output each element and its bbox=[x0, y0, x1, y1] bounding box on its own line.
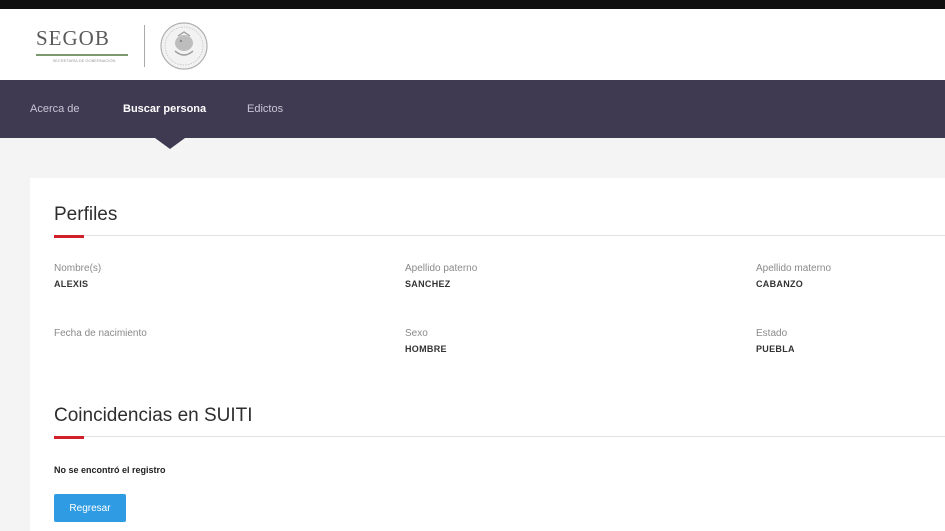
paternal-surname-label: Apellido paterno bbox=[405, 263, 478, 274]
first-name-label: Nombre(s) bbox=[54, 263, 102, 274]
profiles-divider bbox=[54, 235, 945, 236]
logo-underline bbox=[36, 54, 128, 56]
state-label: Estado bbox=[756, 328, 788, 339]
profiles-accent-bar bbox=[54, 235, 84, 238]
maternal-surname-label: Apellido materno bbox=[756, 263, 832, 274]
top-border bbox=[0, 0, 945, 9]
sex-value: HOMBRE bbox=[405, 344, 447, 354]
matches-divider bbox=[54, 436, 945, 437]
nav-item-edictos[interactable]: Edictos bbox=[247, 103, 283, 115]
segob-logo[interactable]: SEGOB SECRETARÍA DE GOBERNACIÓN bbox=[32, 21, 212, 73]
state-value: PUEBLA bbox=[756, 344, 795, 354]
back-button[interactable]: Regresar bbox=[54, 494, 126, 522]
logo-text: SEGOB bbox=[36, 26, 110, 50]
profiles-heading: Perfiles bbox=[54, 204, 118, 225]
logo-divider bbox=[144, 25, 145, 67]
matches-heading: Coincidencias en SUITI bbox=[54, 405, 253, 426]
paternal-surname-value: SANCHEZ bbox=[405, 279, 451, 289]
main-navbar: Acerca de Buscar persona Edictos bbox=[0, 80, 945, 138]
profile-card: Perfiles Nombre(s) ALEXIS Apellido pater… bbox=[30, 178, 945, 531]
logo-subtitle: SECRETARÍA DE GOBERNACIÓN bbox=[52, 58, 116, 63]
no-record-message: No se encontró el registro bbox=[54, 465, 166, 475]
mexico-seal-icon bbox=[160, 22, 208, 70]
site-header: SEGOB SECRETARÍA DE GOBERNACIÓN bbox=[0, 9, 945, 80]
maternal-surname-value: CABANZO bbox=[756, 279, 804, 289]
nav-item-buscar-persona[interactable]: Buscar persona bbox=[123, 103, 206, 115]
nav-item-acerca-de[interactable]: Acerca de bbox=[30, 103, 80, 115]
birth-date-label: Fecha de nacimiento bbox=[54, 328, 147, 339]
active-nav-indicator bbox=[155, 138, 185, 149]
sex-label: Sexo bbox=[405, 328, 428, 339]
matches-accent-bar bbox=[54, 436, 84, 439]
first-name-value: ALEXIS bbox=[54, 279, 89, 289]
